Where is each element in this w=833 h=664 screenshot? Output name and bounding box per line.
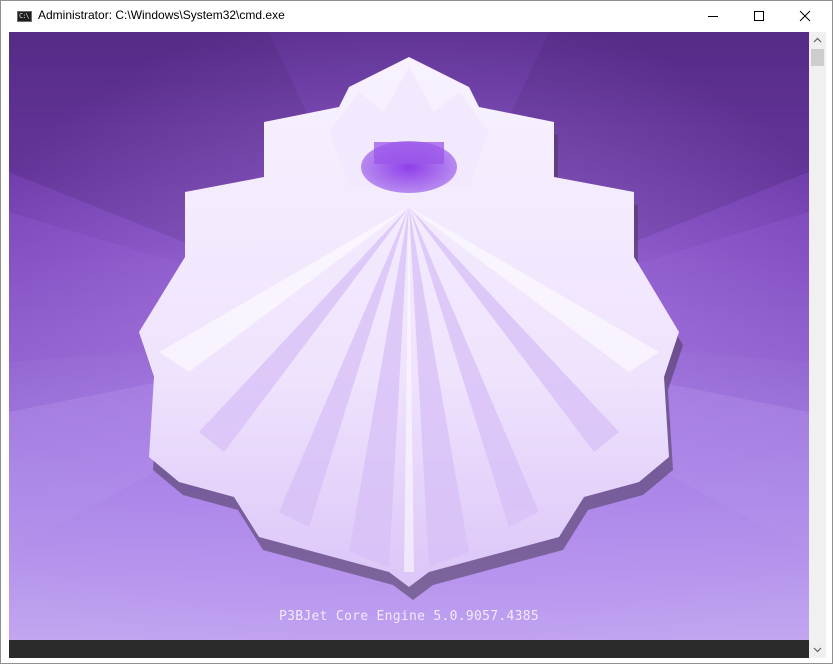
maximize-icon	[754, 11, 764, 21]
maximize-button[interactable]	[736, 1, 782, 31]
minimize-icon	[708, 16, 718, 17]
console-area[interactable]: P3BJet Core Engine 5.0.9057.4385	[9, 32, 809, 658]
scroll-thumb[interactable]	[811, 49, 824, 66]
minimize-button[interactable]	[690, 1, 736, 31]
vertical-scrollbar[interactable]	[809, 32, 826, 658]
cmd-window: C:\ Administrator: C:\Windows\System32\c…	[0, 0, 833, 664]
close-button[interactable]	[782, 1, 828, 31]
window-title: Administrator: C:\Windows\System32\cmd.e…	[38, 8, 285, 22]
scroll-down-button[interactable]	[809, 641, 826, 658]
scroll-up-button[interactable]	[809, 32, 826, 49]
close-icon	[799, 10, 811, 22]
status-line: P3BJet Core Engine 5.0.9057.4385	[278, 609, 540, 624]
chevron-down-icon	[813, 647, 822, 653]
chevron-up-icon	[813, 37, 822, 43]
cmd-icon-text: C:\	[19, 12, 30, 20]
boot-splash-image	[9, 32, 809, 658]
cmd-icon[interactable]: C:\	[17, 11, 32, 22]
title-bar[interactable]: C:\ Administrator: C:\Windows\System32\c…	[1, 1, 832, 31]
